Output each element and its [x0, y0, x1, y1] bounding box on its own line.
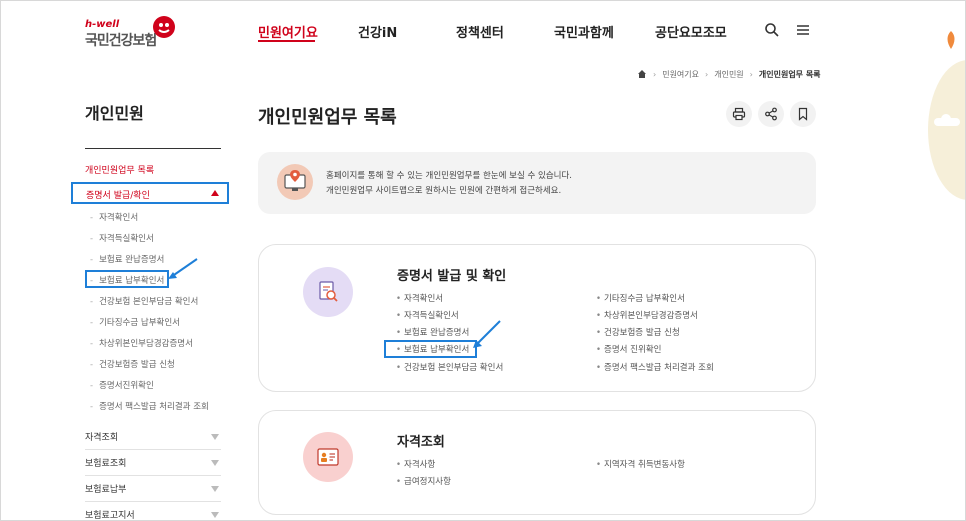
notice-text: 개인민원업무 사이트맵으로 원하시는 민원에 간편하게 접근하세요.	[326, 186, 562, 196]
leaf-icon	[947, 31, 955, 49]
notice-box: 홈페이지를 통해 할 수 있는 개인민원업무를 한눈에 보실 수 있습니다. 개…	[258, 152, 816, 214]
notice-text: 홈페이지를 통해 할 수 있는 개인민원업무를 한눈에 보실 수 있습니다.	[326, 171, 572, 181]
logo-title: 국민건강보험	[85, 33, 157, 49]
caret-down-icon	[211, 460, 219, 466]
card-link[interactable]: • 보험료 완납증명서	[396, 326, 469, 338]
breadcrumb-separator: ›	[749, 69, 753, 79]
share-button[interactable]	[758, 101, 784, 127]
breadcrumb: › 민원여기요 › 개인민원 › 개인민원업무 목록	[637, 67, 821, 81]
card-link[interactable]: • 자격득실확인서	[396, 309, 459, 321]
card-link[interactable]: • 기타징수금 납부확인서	[596, 292, 685, 304]
decorative-background-circle	[928, 60, 966, 200]
sidebar-subitem[interactable]: - 차상위본인부담경감증명서	[90, 337, 193, 349]
sidebar-subitem[interactable]: - 자격득실확인서	[90, 232, 154, 244]
logo[interactable]: h-well 국민건강보험	[85, 15, 185, 51]
sidebar-subitem[interactable]: - 자격확인서	[90, 211, 138, 223]
sidebar-group-label: 보험료고지서	[85, 511, 135, 521]
card-link[interactable]: • 자격사항	[396, 458, 435, 470]
breadcrumb-item[interactable]: 민원여기요	[662, 69, 699, 80]
sidebar-group-label: 보험료조회	[85, 459, 127, 469]
card-link[interactable]: • 건강보험 본인부담금 확인서	[396, 361, 503, 373]
menu-icon[interactable]	[795, 22, 811, 38]
sidebar-subitem[interactable]: - 증명서 팩스발급 처리결과 조회	[90, 400, 209, 412]
sidebar-subitem[interactable]: - 기타징수금 납부확인서	[90, 316, 180, 328]
sidebar-group-label: 보험료납부	[85, 485, 127, 495]
card-icon-circle	[303, 267, 353, 317]
nav-item-health-in[interactable]: 건강iN	[358, 22, 397, 44]
breadcrumb-separator: ›	[705, 69, 709, 79]
nav-item-about[interactable]: 공단요모조모	[655, 22, 727, 44]
sidebar-subitem[interactable]: - 건강보험 본인부담금 확인서	[90, 295, 198, 307]
print-button[interactable]	[726, 101, 752, 127]
sidebar-title: 개인민원	[85, 104, 144, 123]
breadcrumb-item[interactable]: 개인민원	[714, 69, 743, 80]
sidebar-group-premium-payment[interactable]: 보험료납부	[85, 476, 221, 502]
card-icon-circle	[303, 432, 353, 482]
card-link[interactable]: • 건강보험증 발급 신청	[596, 326, 680, 338]
annotation-arrow-icon	[168, 258, 198, 279]
sidebar-subitem[interactable]: - 증명서진위확인	[90, 379, 154, 391]
card-link[interactable]: • 지역자격 취득변동사항	[596, 458, 685, 470]
sidebar-item-certificates[interactable]: 증명서 발급/확인	[71, 182, 229, 204]
card-link[interactable]: • 증명서 진위확인	[596, 343, 661, 355]
bookmark-button[interactable]	[790, 101, 816, 127]
breadcrumb-separator: ›	[653, 69, 657, 79]
bookmark-icon	[798, 107, 808, 121]
sidebar-item-label: 증명서 발급/확인	[86, 191, 150, 201]
page-title: 개인민원업무 목록	[258, 107, 397, 128]
location-monitor-icon	[284, 170, 306, 191]
caret-down-icon	[211, 434, 219, 440]
cloud-icon	[934, 114, 960, 126]
home-icon[interactable]	[637, 69, 647, 79]
sidebar-group-premium-notice[interactable]: 보험료고지서	[85, 502, 221, 521]
nav-item-policy-center[interactable]: 정책센터	[456, 22, 504, 44]
highlight-box	[384, 340, 477, 358]
card-link[interactable]: • 증명서 팩스발급 처리결과 조회	[596, 361, 714, 373]
caret-up-icon	[211, 190, 219, 196]
sidebar-divider	[85, 148, 221, 149]
sidebar-subitem[interactable]: - 건강보험증 발급 신청	[90, 358, 175, 370]
notice-icon-circle	[277, 164, 313, 200]
sidebar-subitem[interactable]: - 보험료 완납증명서	[90, 253, 164, 265]
category-card-certificates: 증명서 발급 및 확인	[258, 244, 816, 392]
logo-subtitle: h-well	[85, 19, 120, 30]
document-search-icon	[319, 281, 338, 302]
card-link[interactable]: • 차상위본인부담경감증명서	[596, 309, 698, 321]
breadcrumb-current: 개인민원업무 목록	[758, 69, 821, 79]
sidebar-group-premium-inquiry[interactable]: 보험료조회	[85, 450, 221, 476]
nav-active-underline	[258, 40, 315, 42]
share-icon	[765, 107, 777, 121]
category-card-qualification: 자격조회	[258, 410, 816, 515]
highlight-box	[85, 270, 169, 288]
card-link[interactable]: • 자격확인서	[396, 292, 443, 304]
sidebar-item-list[interactable]: 개인민원업무 목록	[85, 163, 154, 176]
id-card-icon	[317, 448, 339, 466]
card-title: 자격조회	[397, 435, 445, 450]
card-link[interactable]: • 급여정지사항	[396, 475, 451, 487]
sidebar-group-label: 자격조회	[85, 433, 119, 443]
caret-down-icon	[211, 512, 219, 518]
nav-item-with-people[interactable]: 국민과함께	[554, 22, 614, 44]
search-icon[interactable]	[764, 22, 780, 38]
print-icon	[732, 107, 746, 121]
logo-mark-icon	[153, 16, 175, 38]
card-title: 증명서 발급 및 확인	[397, 269, 507, 284]
caret-down-icon	[211, 486, 219, 492]
sidebar-group-qualification[interactable]: 자격조회	[85, 424, 221, 450]
